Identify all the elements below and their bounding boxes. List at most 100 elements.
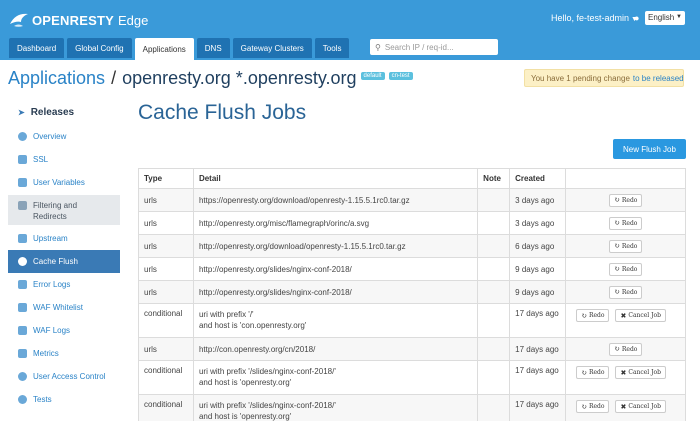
variable-icon bbox=[18, 178, 27, 187]
tab-global-config[interactable]: Global Config bbox=[67, 38, 132, 58]
label-line: Redirects bbox=[33, 212, 67, 221]
filter-icon bbox=[18, 201, 27, 210]
cell-detail: uri with prefix '/slides/nginx-conf-2018… bbox=[192, 394, 479, 421]
redo-button[interactable]: ↻ Redo bbox=[576, 400, 610, 413]
cell-detail: http://openresty.org/misc/flamegraph/ori… bbox=[192, 211, 479, 235]
detail-line: uri with prefix '/slides/nginx-conf-2018… bbox=[198, 401, 336, 410]
sidebar-item-upstream[interactable]: Upstream bbox=[8, 227, 120, 250]
cell-type: urls bbox=[138, 211, 194, 235]
cell-note bbox=[477, 360, 511, 395]
sidebar-item-filtering[interactable]: Filtering and Redirects bbox=[8, 195, 120, 225]
sidebar-item-tests[interactable]: Tests bbox=[8, 388, 120, 411]
row-actions: ↻ Redo bbox=[571, 216, 680, 230]
sidebar: ➤ Releases Overview SSL User Variables F… bbox=[8, 100, 120, 421]
cell-note bbox=[477, 303, 511, 338]
product-name: Edge bbox=[117, 12, 149, 28]
test-icon bbox=[18, 395, 27, 404]
new-flush-job-button[interactable]: New Flush Job bbox=[613, 139, 686, 159]
send-icon: ➤ bbox=[18, 107, 25, 117]
cell-type: conditional bbox=[138, 303, 194, 338]
redo-button[interactable]: ↻ Redo bbox=[576, 309, 610, 322]
sidebar-item-user-variables[interactable]: User Variables bbox=[8, 171, 120, 194]
breadcrumb-applications-link[interactable]: Applications bbox=[8, 68, 105, 88]
column-header-actions bbox=[565, 168, 686, 189]
log-icon bbox=[18, 280, 27, 289]
detail-line: and host is 'openresty.org' bbox=[198, 378, 292, 387]
close-icon: ✖ bbox=[620, 402, 627, 411]
sidebar-item-overview[interactable]: Overview bbox=[8, 124, 120, 148]
sidebar-item-metrics[interactable]: Metrics bbox=[8, 342, 120, 365]
redo-icon: ↻ bbox=[581, 402, 587, 411]
shield-icon bbox=[18, 303, 27, 312]
redo-button[interactable]: ↻ Redo bbox=[576, 366, 610, 379]
redo-button[interactable]: ↻ Redo bbox=[609, 262, 643, 276]
row-actions: ↻ Redo ✖ Cancel Job bbox=[571, 309, 680, 322]
cell-actions: ↻ Redo bbox=[565, 337, 686, 361]
top-header: OPENRESTY Edge Hello, fe-test-admin ▼ ● E… bbox=[0, 0, 700, 60]
table-row: urls http://con.openresty.org/cn/2018/ 1… bbox=[138, 337, 686, 361]
cell-detail: uri with prefix '/slides/nginx-conf-2018… bbox=[192, 360, 479, 395]
sidebar-item-waf-whitelist[interactable]: WAF Whitelist bbox=[8, 296, 120, 319]
sidebar-item-label: Metrics bbox=[33, 349, 59, 358]
cell-type: urls bbox=[138, 280, 194, 304]
redo-icon: ↻ bbox=[581, 311, 587, 320]
column-header-note: Note bbox=[477, 168, 511, 189]
cancel-job-button[interactable]: ✖ Cancel Job bbox=[615, 366, 666, 379]
cloud-icon bbox=[18, 257, 27, 266]
cell-type: conditional bbox=[138, 394, 194, 421]
row-actions: ↻ Redo bbox=[571, 239, 680, 253]
cell-actions: ↻ Redo bbox=[565, 234, 686, 258]
cell-created: 17 days ago bbox=[509, 394, 567, 421]
tab-dns[interactable]: DNS bbox=[196, 38, 230, 58]
cell-note bbox=[477, 234, 511, 258]
tag-badge: default bbox=[360, 72, 385, 81]
tag-badge: cn-test bbox=[388, 72, 413, 81]
cell-detail: uri with prefix '/' and host is 'con.open… bbox=[192, 303, 479, 338]
tab-gateway-clusters[interactable]: Gateway Clusters bbox=[232, 38, 312, 58]
redo-label: Redo bbox=[621, 219, 638, 227]
cancel-label: Cancel Job bbox=[628, 312, 661, 319]
redo-button[interactable]: ↻ Redo bbox=[609, 239, 643, 253]
brand-logo[interactable]: OPENRESTY Edge bbox=[8, 8, 148, 32]
sidebar-item-label: SSL bbox=[33, 155, 49, 164]
sidebar-item-label: Filtering and Redirects bbox=[33, 200, 77, 222]
tab-tools[interactable]: Tools bbox=[314, 38, 350, 58]
release-link[interactable]: to be released bbox=[633, 74, 684, 83]
cell-note bbox=[477, 211, 511, 235]
sidebar-item-label: User Access Control bbox=[33, 372, 106, 381]
sidebar-item-user-access-control[interactable]: User Access Control bbox=[8, 365, 120, 388]
table-row: conditional uri with prefix '/' and host … bbox=[138, 303, 686, 338]
upstream-icon bbox=[18, 234, 27, 243]
redo-button[interactable]: ↻ Redo bbox=[609, 216, 643, 230]
redo-button[interactable]: ↻ Redo bbox=[609, 193, 643, 207]
language-select[interactable]: English ▼ bbox=[645, 11, 685, 25]
user-icon bbox=[18, 372, 27, 381]
sidebar-item-label: WAF Logs bbox=[33, 326, 71, 335]
redo-button[interactable]: ↻ Redo bbox=[609, 342, 643, 356]
breadcrumb-separator: / bbox=[111, 68, 117, 88]
redo-label: Redo bbox=[621, 242, 638, 250]
cell-created: 17 days ago bbox=[509, 337, 567, 361]
tab-applications[interactable]: Applications bbox=[134, 38, 194, 60]
cell-detail: http://openresty.org/slides/nginx-conf-2… bbox=[192, 257, 479, 281]
sidebar-item-label: WAF Whitelist bbox=[33, 303, 83, 312]
cell-type: conditional bbox=[138, 360, 194, 395]
cancel-job-button[interactable]: ✖ Cancel Job bbox=[615, 309, 666, 322]
sidebar-item-error-logs[interactable]: Error Logs bbox=[8, 273, 120, 296]
table-row: urls http://openresty.org/download/openr… bbox=[138, 234, 686, 258]
redo-label: Redo bbox=[588, 403, 605, 410]
cell-detail: http://con.openresty.org/cn/2018/ bbox=[192, 337, 479, 361]
cancel-job-button[interactable]: ✖ Cancel Job bbox=[615, 400, 666, 413]
user-menu[interactable]: Hello, fe-test-admin ▼ bbox=[551, 13, 638, 23]
search-icon: ⚲ bbox=[375, 42, 381, 52]
cell-created: 9 days ago bbox=[509, 280, 567, 304]
redo-button[interactable]: ↻ Redo bbox=[609, 285, 643, 299]
flush-jobs-table: Type Detail Note Created urls https://op… bbox=[138, 168, 686, 421]
tab-dashboard[interactable]: Dashboard bbox=[9, 38, 65, 58]
sidebar-item-cache-flush[interactable]: Cache Flush bbox=[8, 250, 120, 273]
pending-text: You have 1 pending change bbox=[531, 73, 630, 83]
search-input[interactable]: ⚲ Search IP / req-id... bbox=[370, 39, 498, 55]
sidebar-item-waf-logs[interactable]: WAF Logs bbox=[8, 319, 120, 342]
sidebar-item-ssl[interactable]: SSL bbox=[8, 148, 120, 171]
row-actions: ↻ Redo bbox=[571, 193, 680, 207]
